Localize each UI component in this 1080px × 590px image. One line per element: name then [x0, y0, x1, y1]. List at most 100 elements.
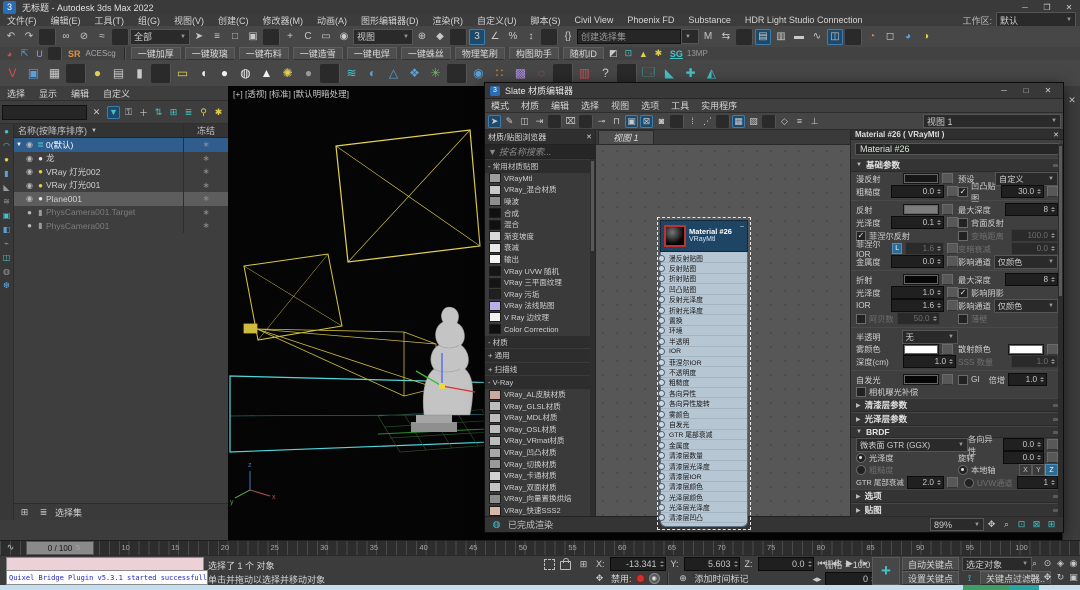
chaos-vantage-icon[interactable]: ◭ [702, 64, 721, 83]
node-slot[interactable]: 清漆层颜色 [661, 482, 747, 492]
explorer-menu-display[interactable]: 显示 [32, 87, 64, 99]
isolate-selection-icon[interactable] [544, 559, 555, 570]
pick-material-from-object-icon[interactable]: ✎ [503, 115, 516, 128]
one-click-thicken-button[interactable]: 一键加厚 [131, 47, 181, 60]
fresnel-ior-lock-button[interactable]: L [892, 243, 902, 254]
frozen-toggle[interactable]: ∗ [183, 179, 228, 193]
vray-help-icon[interactable]: ? [596, 64, 615, 83]
menu-edit[interactable]: 编辑(E) [44, 14, 88, 26]
percent-snap-icon[interactable]: % [505, 29, 521, 45]
explorer-search-input[interactable] [2, 105, 87, 120]
map-output[interactable]: 输出 [485, 254, 595, 266]
uvw-channel-spinner[interactable]: 1 [1017, 476, 1058, 489]
one-click-snow-button[interactable]: 一键造雪 [293, 47, 343, 60]
vray-physical-camera-icon[interactable]: ▮ [130, 64, 149, 83]
vray-metaball-icon[interactable]: ◉ [469, 64, 488, 83]
brdf-glossiness-radio[interactable] [856, 453, 866, 463]
named-selection-set-input[interactable]: 创建选择集 [577, 29, 681, 44]
display-lights-icon[interactable]: ● [1, 154, 12, 165]
node-slot[interactable]: 清漆层光泽度 [661, 461, 747, 471]
redo-icon[interactable]: ↷ [21, 29, 37, 45]
collapse-all-icon[interactable]: ≣ [182, 106, 195, 119]
curve-editor-icon[interactable]: ∿ [809, 29, 825, 45]
uvw-channel-radio[interactable] [964, 478, 974, 488]
spinner-snap-icon[interactable]: ↕ [523, 29, 539, 45]
browser-close-icon[interactable]: ✕ [586, 133, 592, 141]
vray-dome-light-icon[interactable]: ◖ [194, 64, 213, 83]
slate-menu-edit[interactable]: 编辑 [545, 100, 575, 112]
vray-settings-icon[interactable]: ▦ [45, 64, 64, 83]
node-slot[interactable]: 反射光泽度 [661, 295, 747, 305]
dim-distance-checkbox[interactable]: ✓ [958, 231, 968, 241]
use-pivot-center-icon[interactable]: ⊕ [414, 29, 430, 45]
frozen-toggle[interactable]: ∗ [183, 165, 228, 179]
search-clear-icon[interactable]: ✕ [90, 106, 103, 119]
select-and-link-icon[interactable]: ∞ [58, 29, 74, 45]
selfillum-map-button[interactable] [942, 374, 953, 385]
display-containers-icon[interactable]: ◫ [1, 252, 12, 263]
object-name-label[interactable]: VRay 灯光002 [46, 166, 183, 178]
toggle-ribbon-icon[interactable]: ▬ [791, 29, 807, 45]
select-and-rotate-icon[interactable]: C [300, 29, 316, 45]
reference-coordinate-dropdown[interactable]: 视图▼ [353, 29, 413, 45]
zoom-region-icon[interactable]: ⊡ [1015, 518, 1028, 531]
rendered-frame-window-icon[interactable]: ◻ [882, 29, 898, 45]
pan-hand-icon[interactable]: ✥ [985, 518, 998, 531]
map-gradient-ramp[interactable]: 渐变坡度 [485, 230, 595, 242]
menu-modifiers[interactable]: 修改器(M) [256, 14, 311, 26]
slate-titlebar[interactable]: 3 Slate 材质编辑器 ─ □ ✕ [485, 83, 1063, 99]
refract-map-button[interactable] [942, 274, 953, 285]
undo-icon[interactable]: ↶ [3, 29, 19, 45]
zoom-extents-all-icon[interactable]: ◉ [1067, 557, 1080, 569]
mirror-icon[interactable]: M [700, 29, 716, 45]
browser-section-vray[interactable]: - V-Ray [485, 376, 595, 389]
menu-tools[interactable]: 工具(T) [88, 14, 132, 26]
vray-vfb-window-icon[interactable]: 🗔 [639, 64, 658, 83]
gi-checkbox[interactable]: ✓ [958, 375, 968, 385]
put-material-to-scene-icon[interactable]: ◫ [518, 115, 531, 128]
sss-amount-spinner[interactable]: 1.0 [1011, 355, 1058, 368]
viewport-label[interactable]: [+] [透视] [标准] [默认明暗处理] [233, 88, 349, 100]
frozen-toggle[interactable]: ∗ [183, 206, 228, 220]
browser-section-general[interactable]: + 通用 [485, 349, 595, 362]
node-slot[interactable]: 粗糙度 [661, 378, 747, 388]
refract-color-swatch[interactable] [903, 274, 939, 285]
mat-vray-vector-displ[interactable]: VRay_向量置换烘焙 [485, 493, 595, 505]
aces-colorspace-label[interactable]: ACEScg [86, 49, 116, 58]
render-in-cloud-icon[interactable]: ◕ [900, 29, 916, 45]
browser-section-scanline[interactable]: + 扫描线 [485, 363, 595, 376]
material-preview-sphere[interactable] [664, 225, 686, 247]
fresnel-ior-map-button[interactable] [947, 243, 958, 254]
node-slot[interactable]: 各向异性旋转 [661, 398, 747, 408]
abbe-spinner[interactable]: 50.0 [897, 312, 940, 325]
bump-spinner[interactable]: 30.0 [1001, 185, 1044, 198]
metalness-map-button[interactable] [947, 256, 958, 267]
vray-light-icon[interactable]: ● [88, 64, 107, 83]
menu-scripting[interactable]: 脚本(S) [524, 14, 568, 26]
vray-plane-light-icon[interactable]: ▭ [173, 64, 192, 83]
vray-instancer-icon[interactable]: ∷ [490, 64, 509, 83]
hide-unused-nodeslots-icon[interactable]: ⊓ [610, 115, 623, 128]
maximize-viewport-toggle-icon[interactable]: ▣ [1067, 571, 1080, 583]
rollout-sheen-parameters[interactable]: ▶光泽层参数 [851, 412, 1063, 426]
object-name-label[interactable]: VRay 灯光001 [46, 179, 183, 191]
show-end-result-icon[interactable]: ◙ [655, 115, 668, 128]
selection-filter-dropdown-2[interactable]: 选定对象▼ [962, 557, 1032, 571]
local-axis-radio[interactable] [958, 465, 968, 475]
diffuse-map-button[interactable] [942, 173, 953, 184]
visibility-eye-icon[interactable]: ◉ [24, 194, 35, 203]
refract-maxdepth-spinner[interactable]: 8 [1005, 273, 1058, 286]
move-children-icon[interactable]: ⊸ [595, 115, 608, 128]
browser-scrollbar[interactable] [590, 159, 595, 516]
zoom-viewport-icon[interactable]: ⌕ [1028, 557, 1041, 569]
fresnel-ior-spinner[interactable]: 1.6 [905, 242, 944, 255]
ior-spinner[interactable]: 1.6 [891, 299, 944, 312]
thin-walled-checkbox[interactable]: ✓ [958, 314, 968, 324]
node-slot[interactable]: 不透明度 [661, 367, 747, 377]
vray-infinite-plane-icon[interactable]: ≋ [342, 64, 361, 83]
params-scrollbar[interactable] [1058, 144, 1063, 516]
record-dot-icon[interactable] [636, 574, 645, 583]
vray-light-lister-icon[interactable]: ▤ [109, 64, 128, 83]
node-slot[interactable]: 折射光泽度 [661, 305, 747, 315]
zoom-extents-icon[interactable]: ⊠ [1030, 518, 1043, 531]
